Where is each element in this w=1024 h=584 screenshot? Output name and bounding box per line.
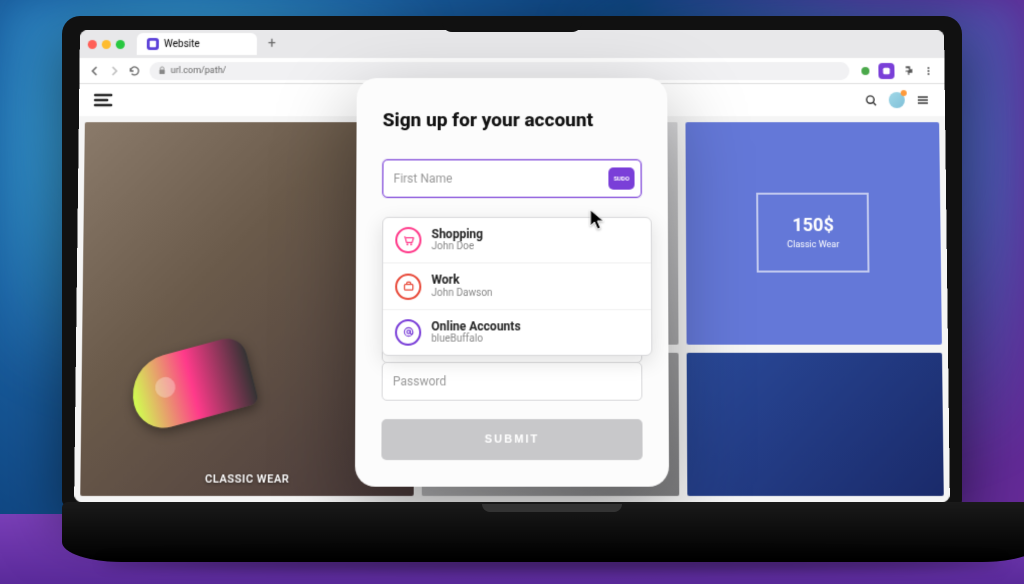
autofill-title: Shopping: [432, 227, 483, 242]
browser-tab-bar: Website +: [80, 30, 945, 58]
autofill-subtitle: blueBuffalo: [431, 334, 520, 346]
laptop-frame: Website + url.com/path/: [62, 16, 962, 562]
submit-button[interactable]: SUBMIT: [381, 419, 642, 460]
briefcase-icon: [395, 273, 421, 299]
tile-label: CLASSIC WEAR: [205, 472, 289, 485]
product-name: Classic Wear: [787, 240, 839, 250]
autofill-title: Online Accounts: [431, 319, 520, 334]
window-controls[interactable]: [88, 39, 125, 48]
url-text: url.com/path/: [171, 66, 227, 76]
tab-favicon: [147, 38, 159, 50]
product-tile-5[interactable]: [686, 352, 944, 496]
shopping-cart-icon: [395, 227, 421, 253]
browser-menu-icon[interactable]: [920, 63, 936, 79]
minimize-window-icon[interactable]: [102, 39, 111, 48]
modal-title: Sign up for your account: [383, 108, 642, 131]
lock-icon: [158, 66, 167, 75]
at-sign-icon: [395, 319, 421, 345]
product-card-price[interactable]: 150$ Classic Wear: [685, 122, 942, 344]
hamburger-menu-icon[interactable]: [915, 92, 931, 108]
sudo-autofill-icon[interactable]: SUDO: [608, 167, 634, 189]
extension-icon-1[interactable]: [857, 63, 873, 79]
password-placeholder: Password: [393, 374, 447, 388]
autofill-subtitle: John Doe: [431, 242, 482, 254]
laptop-base: [62, 502, 1024, 562]
autofill-option-work[interactable]: Work John Dawson: [383, 263, 651, 309]
sudo-extension-icon[interactable]: [878, 63, 894, 79]
new-tab-button[interactable]: +: [263, 35, 281, 53]
autofill-dropdown: Shopping John Doe Work John Dawson: [382, 217, 653, 356]
back-button[interactable]: [87, 64, 101, 78]
password-field[interactable]: Password: [382, 362, 643, 401]
close-window-icon[interactable]: [88, 39, 97, 48]
site-logo[interactable]: [93, 92, 113, 108]
avatar[interactable]: [889, 92, 905, 108]
signup-modal: Sign up for your account First Name SUDO…: [355, 78, 669, 487]
autofill-option-shopping[interactable]: Shopping John Doe: [383, 218, 651, 263]
reload-button[interactable]: [127, 64, 141, 78]
autofill-option-online[interactable]: Online Accounts blueBuffalo: [383, 309, 652, 355]
product-price: 150$: [787, 215, 839, 236]
laptop-notch: [442, 16, 582, 32]
first-name-placeholder: First Name: [393, 171, 452, 185]
forward-button[interactable]: [107, 64, 121, 78]
browser-tab[interactable]: Website: [137, 33, 257, 55]
extensions-menu-icon[interactable]: [899, 63, 915, 79]
autofill-title: Work: [431, 273, 492, 288]
maximize-window-icon[interactable]: [116, 39, 125, 48]
tab-title: Website: [164, 38, 200, 49]
address-bar[interactable]: url.com/path/: [149, 62, 849, 80]
first-name-field[interactable]: First Name SUDO: [382, 159, 641, 197]
search-icon[interactable]: [863, 92, 879, 108]
autofill-subtitle: John Dawson: [431, 288, 492, 300]
